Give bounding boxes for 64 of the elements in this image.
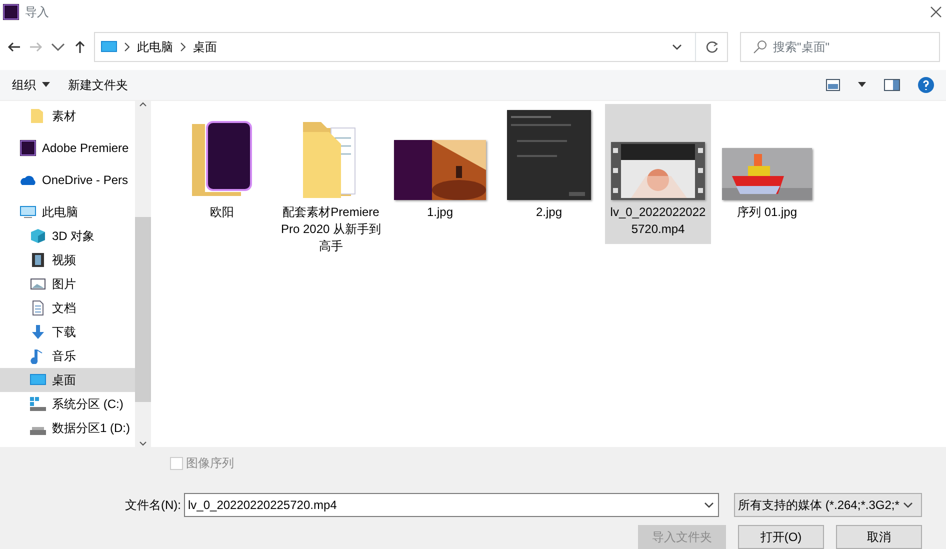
dropdown-icon	[902, 500, 914, 510]
address-bar[interactable]: 此电脑 桌面	[94, 32, 728, 62]
open-button[interactable]: 打开(O)	[738, 525, 824, 549]
dropdown-icon	[703, 500, 715, 510]
image-icon	[30, 276, 46, 292]
close-icon	[929, 5, 943, 19]
caret-icon	[42, 82, 50, 88]
refresh-icon	[704, 40, 718, 54]
download-icon	[30, 324, 46, 340]
film-icon	[30, 252, 46, 268]
help-icon	[918, 77, 934, 93]
organize-menu[interactable]: 组织	[12, 76, 50, 94]
computer-icon	[20, 204, 36, 220]
breadcrumb-item[interactable]: 桌面	[193, 38, 217, 56]
folder-icon	[30, 108, 46, 124]
sidebar-item[interactable]: 下载	[0, 320, 135, 344]
organize-label: 组织	[12, 77, 36, 94]
view-icon	[826, 79, 840, 91]
preview-pane-icon	[884, 79, 900, 91]
new-folder-button[interactable]: 新建文件夹	[68, 76, 128, 94]
file-item[interactable]: 配套素材Premiere Pro 2020 从新手到高手	[278, 104, 384, 261]
sidebar-item[interactable]: 桌面	[0, 368, 135, 392]
desktop-icon	[30, 372, 46, 388]
document-icon	[30, 300, 46, 316]
sidebar-item[interactable]: 素材	[0, 104, 135, 128]
chevron-icon	[123, 42, 131, 52]
filename-value: lv_0_20220220225720.mp4	[188, 497, 338, 514]
file-item[interactable]: 序列 01.jpg	[714, 104, 820, 227]
file-item[interactable]: 2.jpg	[496, 104, 602, 227]
file-item[interactable]: 1.jpg	[387, 104, 493, 227]
computer-icon	[101, 40, 117, 54]
search-icon	[753, 40, 767, 54]
caret-icon	[858, 82, 866, 88]
filename-field[interactable]: lv_0_20220220225720.mp4	[184, 493, 719, 517]
checkbox-label: 图像序列	[186, 455, 234, 472]
search-placeholder: 搜索"桌面"	[773, 39, 830, 56]
chevron-icon	[179, 42, 187, 52]
sidebar-item[interactable]: 3D 对象	[0, 224, 135, 248]
sidebar-item[interactable]: OneDrive - Pers	[0, 168, 135, 192]
cancel-button[interactable]: 取消	[836, 525, 922, 549]
file-item[interactable]: 欧阳	[169, 104, 275, 227]
sidebar-item[interactable]: 图片	[0, 272, 135, 296]
sidebar-item[interactable]: 数据分区1 (D:)	[0, 416, 135, 440]
sidebar-item[interactable]: Adobe Premiere	[0, 136, 135, 160]
filetype-dropdown[interactable]: 所有支持的媒体 (*.264;*.3G2;*	[734, 493, 922, 517]
breadcrumb-item[interactable]: 此电脑	[137, 38, 173, 56]
window-title: 导入	[25, 4, 50, 21]
dropdown-icon	[671, 42, 683, 52]
filetype-value: 所有支持的媒体 (*.264;*.3G2;*	[738, 497, 900, 514]
sidebar-item[interactable]: 系统分区 (C:)	[0, 392, 135, 416]
drive-icon	[30, 397, 46, 411]
sidebar-item[interactable]: 此电脑	[0, 200, 135, 224]
sidebar-item[interactable]: 视频	[0, 248, 135, 272]
file-item[interactable]: lv_0_20220220225720.mp4	[605, 104, 711, 244]
search-field[interactable]: 搜索"桌面"	[740, 32, 940, 62]
app-icon	[20, 140, 36, 156]
scroll-down-icon	[139, 441, 147, 447]
filename-label: 文件名(N):	[125, 497, 181, 514]
sidebar-item[interactable]: 文档	[0, 296, 135, 320]
cube-icon	[30, 228, 46, 244]
app-icon	[3, 4, 19, 20]
scroll-up-icon	[139, 101, 147, 107]
sidebar-item[interactable]: 音乐	[0, 344, 135, 368]
scrollbar[interactable]	[135, 101, 151, 447]
